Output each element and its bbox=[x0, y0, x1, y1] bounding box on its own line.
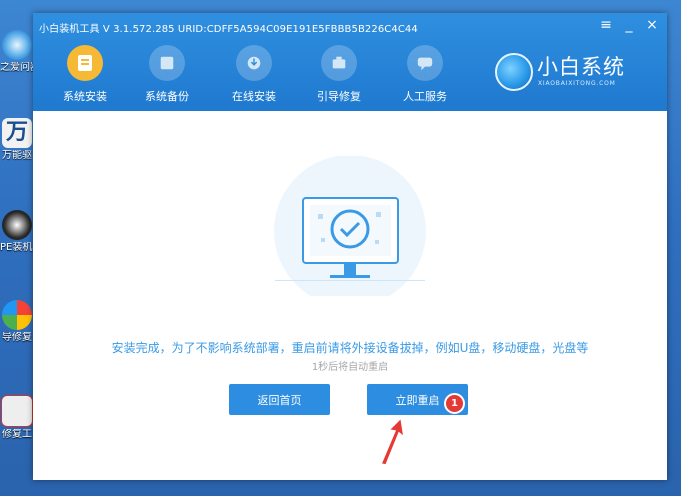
main-content: 安装完成，为了不影响系统部署，重启前请将外接设备拔掉，例如U盘，移动硬盘，光盘等… bbox=[33, 111, 667, 480]
pe-tool-icon bbox=[2, 210, 32, 240]
desktop-shortcut-2[interactable]: 万 万能驱 bbox=[0, 118, 34, 161]
arrow-pointer-icon bbox=[379, 416, 406, 466]
restart-countdown: 1秒后将自动重启 bbox=[311, 362, 389, 373]
nav-item-label: 系统安装 bbox=[63, 90, 107, 103]
window-header: 小白装机工具 V 3.1.572.285 URID:CDFF5A594C09E1… bbox=[33, 13, 667, 111]
desktop-shortcut-4[interactable]: 导修复 bbox=[0, 300, 34, 343]
desktop-shortcut-label: 万能驱 bbox=[2, 150, 32, 161]
desktop-shortcut-label: 修复工 bbox=[2, 429, 32, 440]
nav-item-system-install[interactable]: 系统安装 bbox=[55, 45, 115, 104]
nav-item-label: 人工服务 bbox=[403, 90, 447, 103]
brand-subtitle: XIAOBAIXITONG.COM bbox=[538, 80, 616, 87]
brand-name: 小白系统 bbox=[537, 55, 625, 79]
online-install-icon bbox=[236, 45, 272, 81]
window-title: 小白装机工具 V 3.1.572.285 URID:CDFF5A594C09E1… bbox=[39, 24, 418, 35]
minimize-button[interactable]: _ bbox=[621, 17, 637, 33]
nav-item-system-backup[interactable]: 系统备份 bbox=[137, 45, 197, 104]
menu-button[interactable]: ≡ bbox=[598, 17, 614, 33]
installer-window: 小白装机工具 V 3.1.572.285 URID:CDFF5A594C09E1… bbox=[33, 13, 667, 480]
desktop-shortcut-label: PE装机具 bbox=[0, 242, 34, 253]
pinwheel-app-icon bbox=[2, 300, 32, 330]
desktop-shortcut-label: 之爱问器 bbox=[0, 62, 34, 73]
back-home-button[interactable]: 返回首页 bbox=[229, 384, 330, 415]
desktop-shortcut-1[interactable]: 之爱问器 bbox=[0, 30, 34, 73]
repair-kit-icon bbox=[1, 395, 33, 427]
boot-repair-icon bbox=[321, 45, 357, 81]
nav-item-online-install[interactable]: 在线安装 bbox=[224, 45, 284, 104]
globe-app-icon bbox=[2, 30, 32, 60]
step-badge: 1 bbox=[444, 393, 465, 414]
brand-logo-icon bbox=[495, 53, 533, 91]
desktop-shortcut-label: 导修复 bbox=[2, 332, 32, 343]
driver-app-icon: 万 bbox=[2, 118, 32, 148]
nav-item-label: 在线安装 bbox=[232, 90, 276, 103]
desktop-shortcut-5[interactable]: 修复工 bbox=[0, 395, 34, 440]
nav-item-label: 系统备份 bbox=[145, 90, 189, 103]
close-button[interactable]: × bbox=[644, 17, 660, 33]
backup-icon bbox=[149, 45, 185, 81]
install-icon bbox=[67, 45, 103, 81]
install-complete-illustration bbox=[274, 156, 426, 296]
chat-service-icon bbox=[407, 45, 443, 81]
desktop-shortcut-3[interactable]: PE装机具 bbox=[0, 210, 34, 253]
install-complete-message: 安装完成，为了不影响系统部署，重启前请将外接设备拔掉，例如U盘，移动硬盘，光盘等 bbox=[111, 341, 589, 355]
nav-item-human-service[interactable]: 人工服务 bbox=[395, 45, 455, 104]
nav-item-boot-repair[interactable]: 引导修复 bbox=[309, 45, 369, 104]
nav-item-label: 引导修复 bbox=[317, 90, 361, 103]
